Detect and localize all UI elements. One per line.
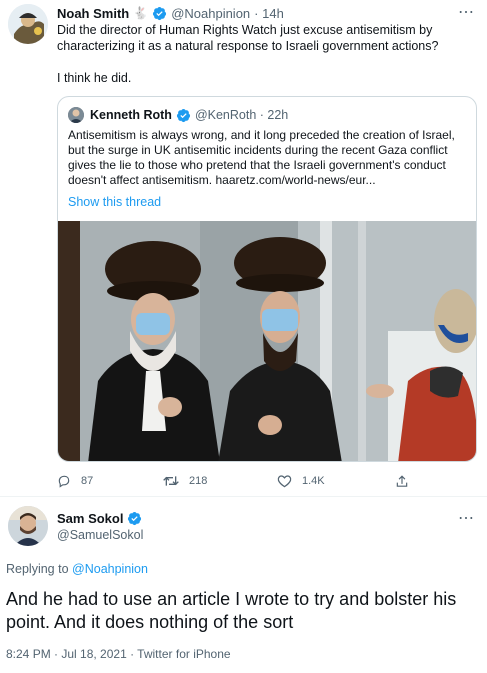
replying-to-handle-link[interactable]: @Noahpinion bbox=[72, 562, 148, 576]
share-button[interactable] bbox=[395, 472, 419, 490]
quoted-author-handle[interactable]: @KenRoth · 22h bbox=[195, 108, 288, 122]
author-name[interactable]: Noah Smith bbox=[57, 6, 129, 21]
tweet-header: Noah Smith 🐇 @Noahpinion · 14h bbox=[57, 4, 284, 22]
tweet-divider bbox=[0, 496, 487, 497]
main-author-handle[interactable]: @SamuelSokol bbox=[57, 528, 143, 542]
reply-icon bbox=[58, 475, 70, 488]
tweet-text-line2: I think he did. bbox=[57, 71, 132, 85]
main-tweet-text: And he had to use an article I wrote to … bbox=[6, 589, 457, 632]
retweet-button[interactable]: 218 bbox=[163, 472, 207, 490]
main-author-row: Sam Sokol bbox=[57, 511, 146, 526]
replying-to-line: Replying to @Noahpinion bbox=[6, 562, 148, 576]
tweet-text: Did the director of Human Rights Watch j… bbox=[57, 23, 439, 53]
quoted-tweet-text: Antisemitism is always wrong, and it lon… bbox=[68, 128, 455, 187]
retweet-count: 218 bbox=[189, 475, 208, 487]
like-button[interactable]: 1.4K bbox=[277, 472, 325, 490]
quoted-tweet-photo[interactable] bbox=[58, 221, 476, 461]
verified-badge-icon bbox=[153, 6, 167, 20]
quoted-tweet-header: Kenneth Roth @KenRoth · 22h bbox=[68, 107, 288, 123]
verified-badge-icon bbox=[176, 108, 190, 122]
verified-badge-icon bbox=[128, 511, 142, 526]
share-icon bbox=[396, 474, 408, 487]
tweet-timestamp-source[interactable]: 8:24 PM · Jul 18, 2021 · Twitter for iPh… bbox=[6, 647, 231, 661]
author-emoji: 🐇 bbox=[133, 6, 149, 20]
quoted-tweet-card[interactable]: Kenneth Roth @KenRoth · 22h Antisemitism… bbox=[57, 96, 477, 462]
replying-prefix: Replying to bbox=[6, 562, 69, 576]
like-count: 1.4K bbox=[302, 475, 325, 487]
reply-count: 87 bbox=[81, 475, 94, 487]
retweet-icon bbox=[163, 476, 179, 486]
heart-icon bbox=[277, 475, 292, 488]
tweet-action-bar: 87 218 1.4K bbox=[57, 472, 477, 490]
noah-smith-avatar[interactable] bbox=[8, 4, 48, 44]
author-handle[interactable]: @Noahpinion bbox=[171, 6, 250, 21]
tweet-time[interactable]: · 14h bbox=[254, 6, 284, 21]
more-options-icon[interactable]: ⋯ bbox=[458, 2, 475, 22]
reply-button[interactable]: 87 bbox=[57, 472, 93, 490]
main-author-name[interactable]: Sam Sokol bbox=[57, 511, 123, 526]
quoted-parent-tweet[interactable]: Noah Smith 🐇 @Noahpinion · 14h ⋯ Did the… bbox=[0, 0, 487, 496]
more-options-icon[interactable]: ⋯ bbox=[458, 508, 475, 528]
kenneth-roth-avatar[interactable] bbox=[68, 107, 84, 123]
sam-sokol-avatar[interactable] bbox=[8, 506, 48, 546]
quoted-author-name[interactable]: Kenneth Roth bbox=[90, 108, 172, 122]
show-thread-link[interactable]: Show this thread bbox=[68, 195, 161, 209]
